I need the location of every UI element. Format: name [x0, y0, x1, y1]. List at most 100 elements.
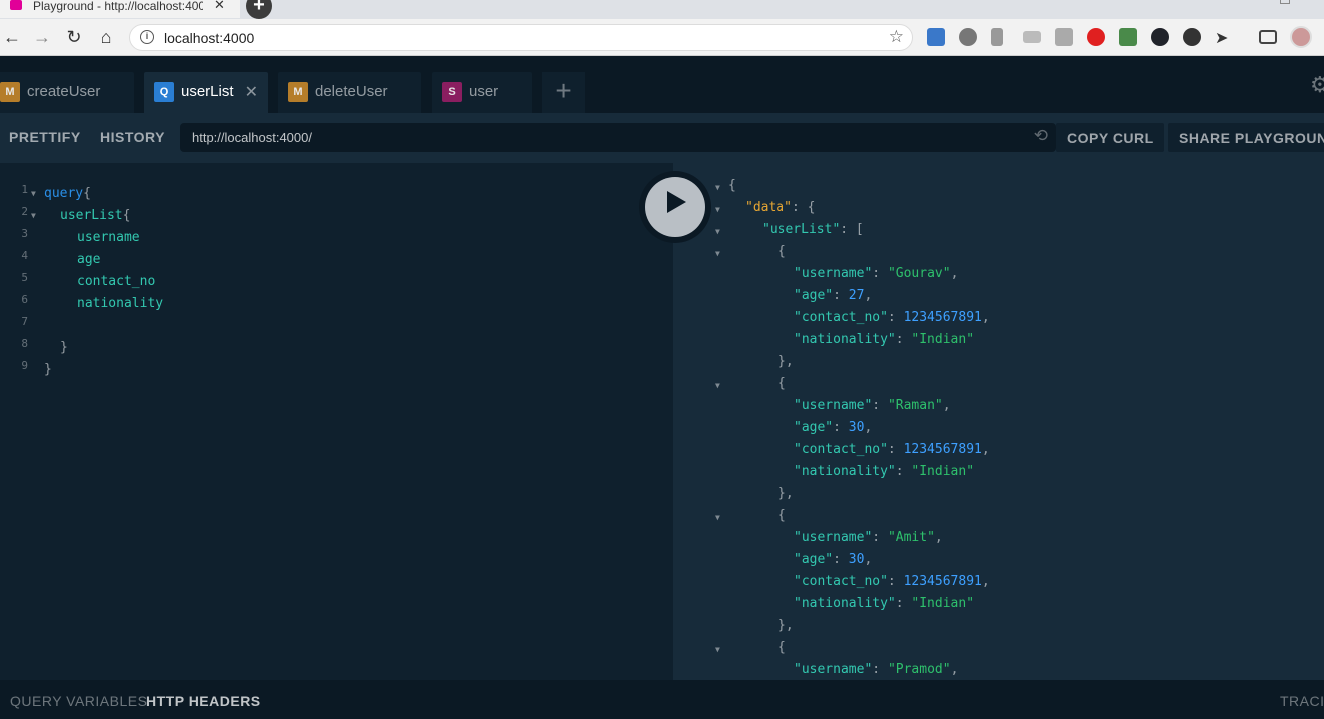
json-value: 30 — [848, 420, 865, 435]
json-value: 1234567891 — [903, 442, 982, 457]
json-key: "age" — [794, 552, 834, 567]
new-tab-button[interactable]: + — [246, 0, 272, 19]
extension-card-icon[interactable] — [1023, 31, 1041, 43]
execute-query-button[interactable] — [639, 171, 711, 243]
code-line: query{ — [44, 183, 91, 205]
json-line: { — [778, 376, 786, 391]
json-key: "nationality" — [794, 596, 896, 611]
line-number: 1 — [21, 183, 28, 196]
brace: { — [83, 186, 91, 201]
http-headers-tab[interactable]: HTTP HEADERS — [146, 693, 261, 709]
close-tab-icon[interactable]: ✕ — [214, 0, 225, 13]
line-number: 2 — [21, 205, 28, 218]
site-info-icon[interactable]: i — [140, 30, 154, 44]
json-value: "Pramod" — [887, 662, 951, 677]
endpoint-input[interactable]: http://localhost:4000/ ⟲ — [180, 123, 1056, 152]
tab-name: user — [469, 83, 499, 100]
forward-arrow-icon[interactable]: → — [30, 25, 54, 49]
add-tab-button[interactable]: + — [542, 72, 585, 113]
tab-name: userList — [181, 83, 234, 100]
browser-tab[interactable]: Playground - http://localhost:4000 ✕ — [0, 0, 240, 18]
code-line: username — [77, 230, 140, 245]
json-line: "userList": [ — [762, 222, 864, 237]
json-key: "age" — [794, 288, 834, 303]
address-bar[interactable]: i localhost:4000 ☆ — [129, 24, 913, 51]
json-line: "username": "Raman", — [794, 398, 951, 413]
query-editor[interactable]: 1 ▼ query{ 2 ▼ userList{ 3 username 4 ag… — [0, 163, 673, 680]
json-key: "userList" — [762, 222, 841, 237]
json-line: "username": "Pramod", — [794, 662, 959, 677]
browser-tab-title: Playground - http://localhost:4000 — [33, 0, 203, 13]
reload-schema-icon[interactable]: ⟲ — [1034, 126, 1048, 146]
tab-name: deleteUser — [315, 83, 388, 100]
editor-footer: QUERY VARIABLES HTTP HEADERS TRACING — [0, 680, 1324, 719]
extension-gear-icon[interactable] — [959, 28, 977, 46]
bookmark-star-icon[interactable]: ☆ — [889, 27, 904, 47]
field: userList — [60, 208, 123, 223]
mutation-badge: M — [288, 82, 308, 102]
line-number: 8 — [21, 337, 28, 350]
extension-eyedropper-icon[interactable] — [991, 28, 1003, 46]
back-arrow-icon[interactable]: ← — [0, 25, 24, 49]
result-viewer[interactable]: ▼ { ▼ "data": { ▼ "userList": [ ▼ { "use… — [673, 163, 1324, 680]
json-key: "contact_no" — [794, 442, 888, 457]
line-number: 4 — [21, 249, 28, 262]
json-key: "username" — [794, 662, 873, 677]
json-line: "username": "Gourav", — [794, 266, 959, 281]
restore-window-icon[interactable] — [1280, 0, 1290, 4]
json-value: 30 — [848, 552, 865, 567]
json-key: "contact_no" — [794, 574, 888, 589]
json-line: "age": 30, — [794, 420, 873, 435]
json-key: "username" — [794, 266, 873, 281]
tab-userlist[interactable]: Q userList ✕ — [144, 72, 268, 113]
json-value: "Indian" — [911, 464, 975, 479]
close-tab-icon[interactable]: ✕ — [245, 82, 258, 102]
fold-arrow-icon[interactable]: ▼ — [715, 205, 720, 214]
copy-curl-button[interactable]: COPY CURL — [1056, 123, 1164, 152]
query-variables-tab[interactable]: QUERY VARIABLES — [10, 693, 147, 709]
share-playground-button[interactable]: SHARE PLAYGROUND — [1168, 123, 1324, 152]
fold-arrow-icon[interactable]: ▼ — [31, 211, 36, 220]
fold-arrow-icon[interactable]: ▼ — [715, 645, 720, 654]
browser-toolbar: ← → ↻ ⌂ i localhost:4000 ☆ ➤ — [0, 19, 1324, 56]
history-button[interactable]: HISTORY — [100, 129, 165, 145]
tab-deleteuser[interactable]: M deleteUser — [278, 72, 421, 113]
tracing-tab[interactable]: TRACING — [1280, 693, 1324, 709]
extension-search-icon[interactable] — [1055, 28, 1073, 46]
json-value: "Amit" — [887, 530, 935, 545]
fold-arrow-icon[interactable]: ▼ — [715, 183, 720, 192]
json-line: }, — [778, 618, 794, 633]
fold-arrow-icon[interactable]: ▼ — [715, 381, 720, 390]
extension-adblock-icon[interactable] — [1087, 28, 1105, 46]
fold-arrow-icon[interactable]: ▼ — [31, 189, 36, 198]
mutation-badge: M — [0, 82, 20, 102]
profile-avatar[interactable] — [1290, 26, 1312, 48]
settings-gear-icon[interactable]: ⚙ — [1310, 72, 1324, 98]
query-badge: Q — [154, 82, 174, 102]
extension-vue-icon[interactable] — [1183, 28, 1201, 46]
extension-download-icon[interactable] — [927, 28, 945, 46]
address-url: localhost:4000 — [164, 30, 255, 46]
tab-name: createUser — [27, 83, 101, 100]
keyword: query — [44, 186, 84, 201]
home-icon[interactable]: ⌂ — [94, 25, 118, 49]
json-value: "Gourav" — [887, 266, 951, 281]
tab-user[interactable]: S user — [432, 72, 532, 113]
json-key: "username" — [794, 398, 873, 413]
extension-react-icon[interactable] — [1151, 28, 1169, 46]
tab-createuser[interactable]: M createUser — [0, 72, 134, 113]
cast-icon[interactable] — [1259, 30, 1277, 44]
json-key: "data" — [745, 200, 792, 215]
prettify-button[interactable]: PRETTIFY — [9, 129, 81, 145]
extension-pointer-icon[interactable]: ➤ — [1215, 28, 1233, 47]
fold-arrow-icon[interactable]: ▼ — [715, 513, 720, 522]
reload-icon[interactable]: ↻ — [62, 25, 86, 49]
json-value: "Indian" — [911, 596, 975, 611]
json-line: "nationality": "Indian" — [794, 464, 975, 479]
json-key: "nationality" — [794, 464, 896, 479]
extension-sheet-icon[interactable] — [1119, 28, 1137, 46]
json-value: "Indian" — [911, 332, 975, 347]
fold-arrow-icon[interactable]: ▼ — [715, 249, 720, 258]
fold-arrow-icon[interactable]: ▼ — [715, 227, 720, 236]
line-number: 3 — [21, 227, 28, 240]
